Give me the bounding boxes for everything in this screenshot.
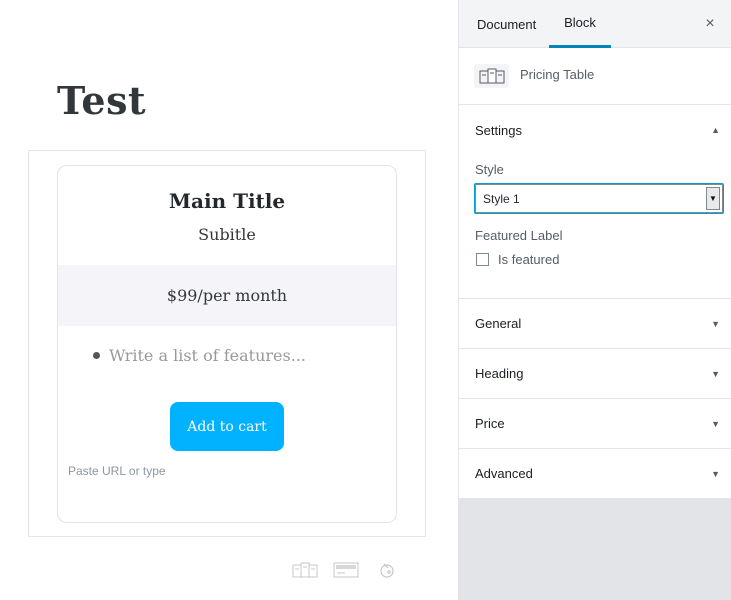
style-select[interactable]: Style 1 ▼ xyxy=(475,184,723,213)
editor-canvas: Test Main Title Subitle $99/per month Wr… xyxy=(0,0,458,600)
panel-general[interactable]: General ▼ xyxy=(459,299,731,349)
card-icon[interactable] xyxy=(333,561,359,579)
chevron-down-icon: ▼ xyxy=(711,468,720,479)
chevron-down-icon: ▼ xyxy=(711,418,720,429)
features-placeholder[interactable]: Write a list of features... xyxy=(109,346,306,365)
sidebar-tabs: Document Block × xyxy=(459,0,731,48)
pricing-table-icon[interactable] xyxy=(292,561,318,579)
paint-icon[interactable] xyxy=(374,561,400,579)
close-icon[interactable]: × xyxy=(700,14,720,34)
is-featured-toggle[interactable]: Is featured xyxy=(476,252,559,267)
style-label: Style xyxy=(475,162,504,177)
post-title[interactable]: Test xyxy=(57,78,146,123)
tab-block[interactable]: Block xyxy=(549,0,611,48)
is-featured-checkbox[interactable] xyxy=(476,253,489,266)
pricing-table-icon xyxy=(474,64,509,88)
panel-advanced[interactable]: Advanced ▼ xyxy=(459,449,731,499)
block-toolbar xyxy=(292,561,400,579)
panel-heading[interactable]: Heading ▼ xyxy=(459,349,731,399)
settings-sidebar: Document Block × Pricing Table Settings … xyxy=(458,0,731,600)
settings-panel-toggle[interactable]: Settings ▲ xyxy=(459,105,731,155)
pricing-card[interactable]: Main Title Subitle $99/per month Write a… xyxy=(57,165,397,523)
block-card-title: Pricing Table xyxy=(520,67,595,82)
add-to-cart-button[interactable]: Add to cart xyxy=(170,402,284,451)
panel-advanced-title: Advanced xyxy=(475,466,533,481)
url-input[interactable]: Paste URL or type xyxy=(68,464,166,478)
block-card: Pricing Table xyxy=(459,48,731,105)
chevron-down-icon: ▼ xyxy=(711,368,720,379)
is-featured-label: Is featured xyxy=(498,252,560,267)
bullet-icon xyxy=(93,352,100,359)
tab-document[interactable]: Document xyxy=(475,0,538,48)
panel-price[interactable]: Price ▼ xyxy=(459,399,731,449)
panel-price-title: Price xyxy=(475,416,505,431)
chevron-down-icon: ▼ xyxy=(706,187,720,210)
features-list[interactable]: Write a list of features... xyxy=(93,346,306,365)
chevron-down-icon: ▼ xyxy=(711,318,720,329)
pricing-price-band: $99/per month xyxy=(58,265,396,326)
panel-general-title: General xyxy=(475,316,522,331)
featured-label: Featured Label xyxy=(475,228,563,243)
pricing-subtitle[interactable]: Subitle xyxy=(58,225,396,244)
style-select-value: Style 1 xyxy=(483,191,520,206)
panel-heading-title: Heading xyxy=(475,366,524,381)
chevron-up-icon: ▲ xyxy=(711,125,720,135)
pricing-price[interactable]: $99/per month xyxy=(167,286,287,305)
settings-panel-title: Settings xyxy=(475,122,522,138)
pricing-main-title[interactable]: Main Title xyxy=(58,189,396,213)
